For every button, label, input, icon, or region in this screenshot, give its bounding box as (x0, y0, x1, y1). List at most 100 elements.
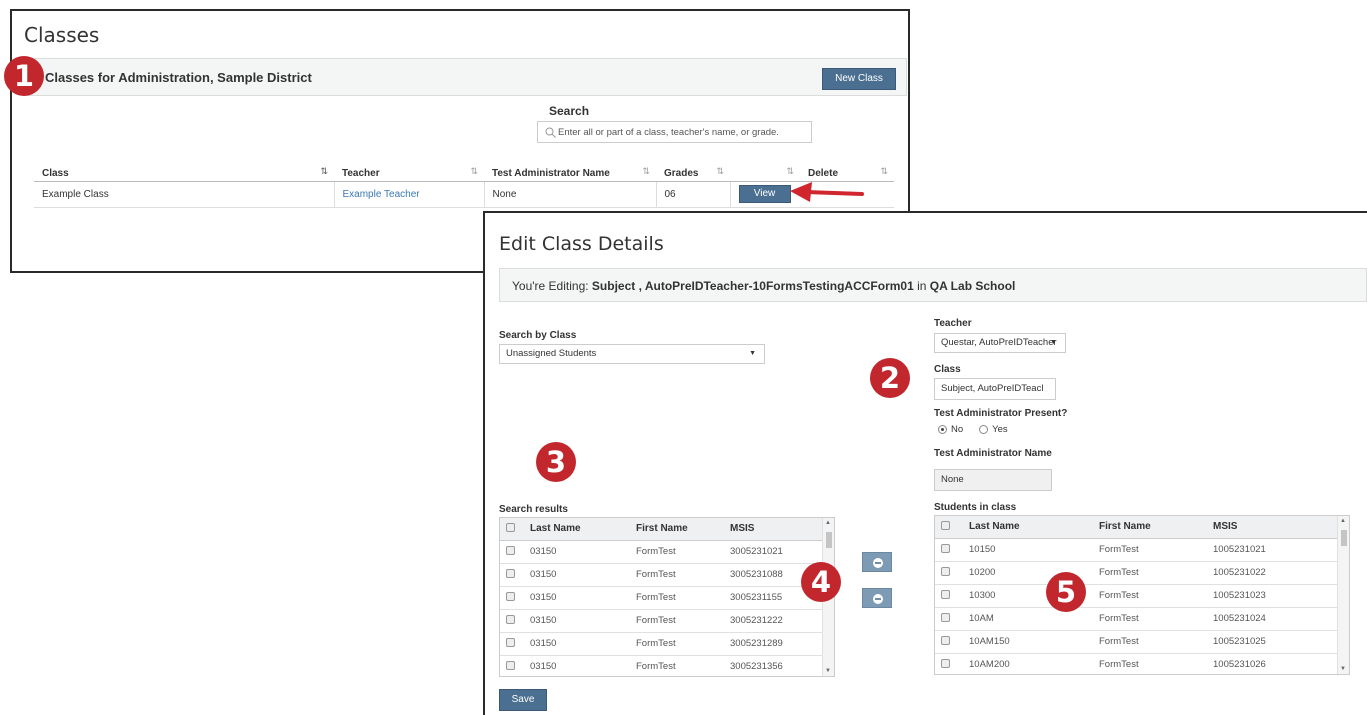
editing-banner: You're Editing: Subject , AutoPreIDTeach… (499, 268, 1367, 302)
edit-page-title: Edit Class Details (499, 233, 664, 255)
column-header-class[interactable]: Class ⇅ (34, 161, 334, 182)
search-by-class-label: Search by Class (499, 330, 577, 341)
admin-present-radio-group: No Yes (938, 424, 1008, 435)
editing-prefix: You're Editing: (512, 279, 589, 293)
table-row[interactable]: 10AM FormTest 1005231024 (935, 607, 1349, 631)
classes-table: Class ⇅ Teacher ⇅ Test Administrator Name ⇅… (34, 161, 894, 208)
row-checkbox[interactable] (506, 545, 515, 555)
table-row[interactable]: 10200 FormTest 1005231022 (935, 561, 1349, 585)
sort-icon[interactable]: ⇅ (786, 166, 794, 177)
callout-marker-2: 2 (870, 358, 910, 398)
scrollbar-thumb[interactable] (826, 532, 832, 548)
page-title: Classes (24, 23, 100, 47)
remove-student-button[interactable] (862, 588, 892, 608)
save-button[interactable]: Save (499, 689, 547, 711)
select-all-checkbox[interactable] (506, 522, 515, 532)
table-row[interactable]: 10AM150 FormTest 1005231025 (935, 630, 1349, 654)
table-row[interactable]: 03150 FormTest 3005231021 (500, 540, 834, 564)
scroll-up-icon[interactable]: ▲ (1340, 518, 1346, 524)
column-header-first-name[interactable]: First Name (630, 518, 724, 541)
table-row[interactable]: 10150 FormTest 1005231021 (935, 538, 1349, 562)
dropdown-caret-icon: ▼ (749, 350, 756, 357)
table-row[interactable]: 03150 FormTest 3005231356 (500, 655, 834, 676)
students-in-class-label: Students in class (934, 502, 1017, 513)
editing-school: QA Lab School (929, 279, 1016, 293)
sort-icon[interactable]: ⇅ (642, 166, 650, 177)
scroll-down-icon[interactable]: ▼ (825, 668, 831, 674)
column-header-action[interactable]: ⇅ (730, 161, 800, 182)
row-checkbox[interactable] (941, 566, 950, 576)
row-checkbox[interactable] (941, 589, 950, 599)
column-header-msis[interactable]: MSIS (1207, 516, 1349, 539)
sort-icon[interactable]: ⇅ (716, 166, 724, 177)
admin-name-input[interactable]: None (934, 469, 1052, 491)
new-class-button[interactable]: New Class (822, 68, 896, 90)
scroll-down-icon[interactable]: ▼ (1340, 666, 1346, 672)
table-row[interactable]: 03150 FormTest 3005231155 (500, 586, 834, 610)
row-checkbox[interactable] (506, 614, 515, 624)
row-checkbox[interactable] (941, 612, 950, 622)
row-checkbox[interactable] (506, 637, 515, 647)
table-row[interactable]: 10300 FormTest 1005231023 (935, 584, 1349, 608)
scroll-up-icon[interactable]: ▲ (825, 520, 831, 526)
radio-no-label: No (951, 424, 964, 435)
row-checkbox[interactable] (506, 591, 515, 601)
admin-name-label: Test Administrator Name (934, 448, 1052, 459)
column-header-last-name[interactable]: Last Name (524, 518, 630, 541)
editing-subject: Subject , AutoPreIDTeacher-10FormsTestin… (591, 279, 914, 293)
view-button[interactable]: View (738, 185, 791, 203)
column-header-grades[interactable]: Grades ⇅ (656, 161, 730, 182)
column-header-first-name[interactable]: First Name (1093, 516, 1207, 539)
arrow-right-icon (873, 558, 883, 568)
search-input[interactable] (558, 122, 808, 142)
edit-class-panel: Edit Class Details You're Editing: Subje… (483, 211, 1367, 715)
callout-marker-4: 4 (801, 562, 841, 602)
row-checkbox[interactable] (941, 658, 950, 668)
table-row: Example Class Example Teacher None 06 Vi… (34, 181, 894, 208)
teacher-link[interactable]: Example Teacher (343, 189, 420, 200)
column-header-delete[interactable]: Delete ⇅ (800, 161, 894, 182)
select-all-checkbox[interactable] (941, 520, 950, 530)
grades: 06 (656, 181, 731, 208)
banner-title: Classes for Administration, Sample Distr… (45, 70, 312, 85)
editing-in: in (917, 279, 927, 293)
table-row[interactable]: 03150 FormTest 3005231289 (500, 632, 834, 656)
column-header-teacher[interactable]: Teacher ⇅ (334, 161, 484, 182)
row-checkbox[interactable] (941, 543, 950, 553)
table-row[interactable]: 10AM200 FormTest 1005231026 (935, 653, 1349, 674)
teacher-select[interactable]: Questar, AutoPreIDTeacher ▼ (934, 333, 1066, 353)
search-field[interactable] (537, 121, 812, 143)
add-student-button[interactable] (862, 552, 892, 572)
row-checkbox[interactable] (941, 635, 950, 645)
teacher-label: Teacher (934, 318, 972, 329)
scrollbar[interactable]: ▲ ▼ (1337, 516, 1349, 674)
students-in-class-grid: Last Name First Name MSIS 10150 FormTest 1… (934, 515, 1350, 675)
class-name-input[interactable]: Subject, AutoPreIDTeacl (934, 378, 1056, 400)
search-label: Search (549, 104, 590, 118)
callout-marker-3: 3 (536, 442, 576, 482)
classes-banner: Classes for Administration, Sample Distr… (24, 58, 907, 96)
radio-yes-label: Yes (992, 424, 1008, 435)
search-icon (545, 127, 556, 138)
sort-icon[interactable]: ⇅ (470, 166, 478, 177)
column-header-admin[interactable]: Test Administrator Name ⇅ (484, 161, 656, 182)
radio-no[interactable] (938, 425, 947, 434)
callout-marker-1: 1 (4, 56, 44, 96)
table-row[interactable]: 03150 FormTest 3005231088 (500, 563, 834, 587)
class-name: Example Class (34, 181, 335, 208)
sort-icon[interactable]: ⇅ (320, 166, 328, 177)
dropdown-caret-icon: ▼ (1050, 339, 1057, 346)
class-label: Class (934, 364, 961, 375)
arrow-annotation (790, 182, 864, 202)
search-by-class-select[interactable]: Unassigned Students ▼ (499, 344, 765, 364)
table-row[interactable]: 03150 FormTest 3005231222 (500, 609, 834, 633)
admin-name: None (484, 181, 657, 208)
admin-present-label: Test Administrator Present? (934, 408, 1068, 419)
sort-icon[interactable]: ⇅ (880, 166, 888, 177)
column-header-msis[interactable]: MSIS (724, 518, 834, 541)
row-checkbox[interactable] (506, 660, 515, 670)
scrollbar-thumb[interactable] (1341, 530, 1347, 546)
radio-yes[interactable] (979, 425, 989, 434)
row-checkbox[interactable] (506, 568, 515, 578)
column-header-last-name[interactable]: Last Name (963, 516, 1093, 539)
